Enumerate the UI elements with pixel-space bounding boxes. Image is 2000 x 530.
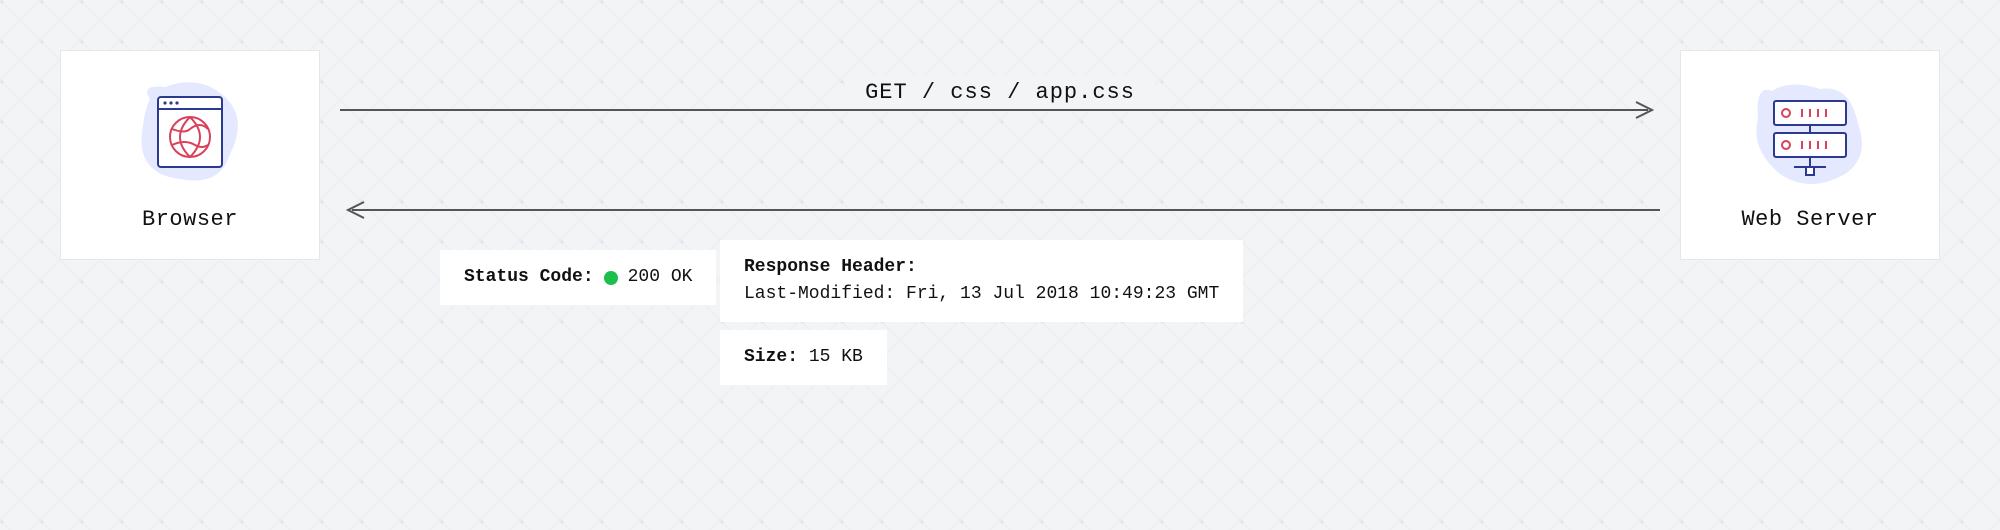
- size-chip: Size: 15 KB: [720, 330, 887, 385]
- browser-icon: [130, 79, 250, 189]
- node-web-server-label: Web Server: [1741, 207, 1878, 232]
- node-browser: Browser: [60, 50, 320, 260]
- status-chip: Status Code: 200 OK: [440, 250, 716, 305]
- diagram-stage: Browser W: [0, 0, 2000, 530]
- status-dot-icon: [604, 271, 618, 285]
- node-web-server: Web Server: [1680, 50, 1940, 260]
- response-header-label: Response Header:: [744, 254, 1219, 281]
- status-value: 200 OK: [628, 264, 693, 291]
- server-icon: [1750, 79, 1870, 189]
- status-label: Status Code:: [464, 264, 594, 291]
- node-browser-label: Browser: [142, 207, 238, 232]
- response-header-chip: Response Header: Last-Modified: Fri, 13 …: [720, 240, 1243, 322]
- size-value: 15 KB: [809, 347, 863, 367]
- request-label: GET / css / app.css: [845, 76, 1155, 109]
- size-label: Size:: [744, 347, 798, 367]
- response-header-value: Last-Modified: Fri, 13 Jul 2018 10:49:23…: [744, 281, 1219, 308]
